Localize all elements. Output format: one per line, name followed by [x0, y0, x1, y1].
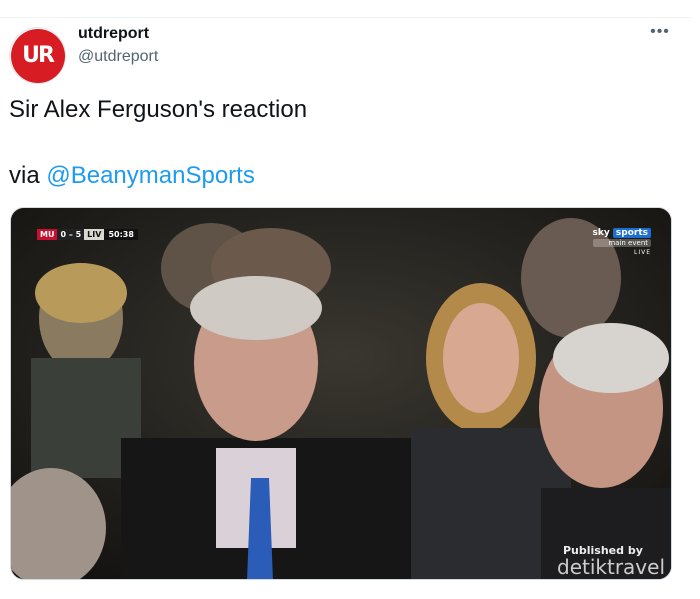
live-indicator: LIVE: [633, 249, 651, 256]
avatar[interactable]: UR: [9, 27, 66, 84]
scorebug-clock: 50:38: [104, 229, 138, 240]
crowd-photo: [11, 208, 671, 579]
publisher-watermark: Published by detiktravel: [557, 544, 665, 577]
watermark-brand: detiktravel: [557, 555, 665, 579]
avatar-monogram: UR: [22, 43, 55, 68]
scorebug: MU 0 – 5 LIV 50:38: [37, 228, 138, 241]
broadcaster-brand: sky sports: [593, 228, 651, 238]
scorebug-score: 0 – 5: [57, 229, 85, 240]
tweet-text: Sir Alex Ferguson's reaction: [9, 96, 308, 123]
scorebug-home: MU: [37, 229, 58, 240]
top-divider: [0, 17, 692, 18]
tweet-media-image[interactable]: MU 0 – 5 LIV 50:38 sky sports main event…: [10, 207, 672, 580]
mention-link[interactable]: @BeanymanSports: [46, 162, 254, 189]
author-display-name[interactable]: utdreport: [78, 25, 149, 43]
broadcaster-logo: sky sports main event LIVE: [592, 228, 651, 256]
more-options-icon[interactable]: •••: [648, 22, 672, 42]
tweet-via-line: via @BeanymanSports: [9, 162, 255, 190]
via-label: via: [9, 162, 40, 189]
broadcaster-event: main event: [592, 239, 651, 247]
scorebug-away: LIV: [84, 229, 105, 240]
avatar-logo: UR: [10, 28, 65, 83]
author-handle[interactable]: @utdreport: [78, 48, 158, 66]
